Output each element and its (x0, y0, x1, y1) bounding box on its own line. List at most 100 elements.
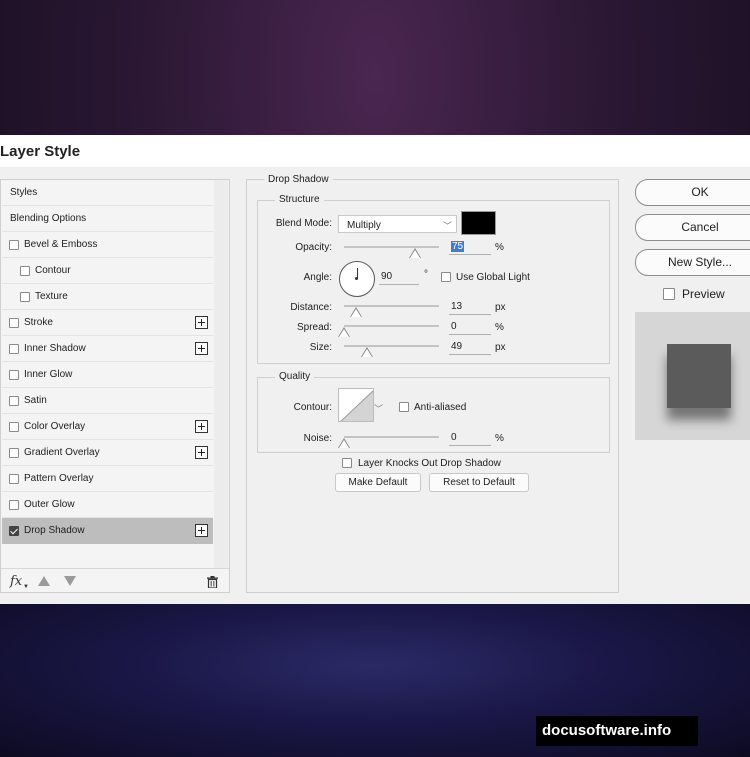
blend-mode-dropdown[interactable]: Multiply ﹀ (338, 215, 457, 233)
add-effect-plus-icon[interactable] (195, 524, 208, 537)
noise-input[interactable]: 0 (449, 432, 491, 446)
style-item-label: Outer Glow (24, 499, 75, 510)
distance-value: 13 (451, 301, 463, 312)
layer-style-dialog: Layer Style Styles Blending Options Bevel … (0, 135, 750, 604)
style-checkbox[interactable] (20, 266, 30, 276)
blend-mode-label: Blend Mode: (275, 218, 332, 229)
opacity-value: 75 (451, 241, 465, 252)
style-item-label: Pattern Overlay (24, 473, 94, 484)
cancel-button[interactable]: Cancel (635, 214, 750, 241)
style-list: Styles Blending Options Bevel & Emboss Cont… (2, 180, 213, 544)
opacity-input[interactable]: 75 (449, 241, 491, 255)
style-checkbox[interactable] (9, 422, 19, 432)
opacity-slider-track[interactable] (344, 246, 439, 248)
contour-picker[interactable] (338, 388, 374, 422)
move-up-icon[interactable] (38, 576, 50, 586)
style-checkbox[interactable] (9, 526, 19, 536)
styles-scrollbar[interactable] (214, 180, 228, 568)
style-checkbox[interactable] (9, 240, 19, 250)
style-checkbox[interactable] (20, 292, 30, 302)
style-item-label: Inner Glow (24, 369, 73, 380)
add-effect-plus-icon[interactable] (195, 342, 208, 355)
reset-to-default-button[interactable]: Reset to Default (429, 473, 529, 492)
size-unit: px (495, 342, 506, 353)
trash-icon[interactable] (207, 576, 218, 588)
style-item-pattern-overlay[interactable]: Pattern Overlay (2, 466, 213, 492)
style-item-label: Styles (10, 187, 38, 198)
use-global-light-label[interactable]: Use Global Light (456, 272, 530, 283)
style-checkbox[interactable] (9, 370, 19, 380)
preview-label[interactable]: Preview (682, 287, 725, 301)
chevron-down-icon: ﹀ (442, 221, 452, 231)
noise-slider-track[interactable] (344, 436, 439, 438)
fx-caret-icon[interactable]: ▼ (23, 584, 29, 590)
style-item-inner-glow[interactable]: Inner Glow (2, 362, 213, 388)
styles-footer: fx ▼ (1, 568, 229, 593)
preview-checkbox[interactable] (663, 288, 675, 300)
style-item-label: Color Overlay (24, 421, 86, 432)
ok-button[interactable]: OK (635, 179, 750, 206)
spread-unit: % (495, 322, 504, 333)
style-item-label: Gradient Overlay (24, 447, 100, 458)
style-item-label: Satin (24, 395, 47, 406)
style-item-drop-shadow[interactable]: Drop Shadow (2, 518, 213, 544)
move-down-icon[interactable] (64, 576, 76, 586)
style-checkbox[interactable] (9, 448, 19, 458)
shadow-color-swatch[interactable] (461, 211, 496, 235)
style-item-color-overlay[interactable]: Color Overlay (2, 414, 213, 440)
style-item-styles[interactable]: Styles (2, 180, 213, 206)
style-checkbox[interactable] (9, 474, 19, 484)
size-slider-track[interactable] (344, 345, 439, 347)
spread-slider-track[interactable] (344, 325, 439, 327)
preview-thumbnail (667, 344, 731, 408)
blend-mode-value: Multiply (347, 220, 381, 231)
style-item-gradient-overlay[interactable]: Gradient Overlay (2, 440, 213, 466)
make-default-button[interactable]: Make Default (335, 473, 421, 492)
style-item-satin[interactable]: Satin (2, 388, 213, 414)
style-checkbox[interactable] (9, 344, 19, 354)
contour-label: Contour: (293, 402, 332, 413)
style-item-texture[interactable]: Texture (2, 284, 213, 310)
angle-unit: ° (424, 269, 428, 280)
style-item-label: Stroke (24, 317, 53, 328)
add-effect-plus-icon[interactable] (195, 420, 208, 433)
structure-group: Structure Blend Mode: Multiply ﹀ Opacity… (257, 194, 610, 364)
style-item-label: Contour (35, 265, 71, 276)
use-global-light-checkbox[interactable] (441, 272, 451, 282)
style-item-label: Bevel & Emboss (24, 239, 98, 250)
knocks-out-label[interactable]: Layer Knocks Out Drop Shadow (358, 458, 501, 469)
watermark-label: docusoftware.info (536, 716, 698, 746)
title-bar[interactable]: Layer Style (0, 135, 750, 167)
style-item-contour[interactable]: Contour (2, 258, 213, 284)
noise-label: Noise: (303, 433, 332, 444)
angle-value: 90 (381, 271, 393, 282)
style-item-inner-shadow[interactable]: Inner Shadow (2, 336, 213, 362)
preview-area (635, 312, 750, 440)
angle-dial[interactable] (339, 261, 375, 297)
style-item-bevel-emboss[interactable]: Bevel & Emboss (2, 232, 213, 258)
quality-group: Quality Contour: ﹀ Anti-aliased Noise: 0… (257, 371, 610, 453)
size-input[interactable]: 49 (449, 341, 491, 355)
noise-unit: % (495, 433, 504, 444)
anti-aliased-checkbox[interactable] (399, 402, 409, 412)
style-checkbox[interactable] (9, 500, 19, 510)
style-checkbox[interactable] (9, 318, 19, 328)
angle-input[interactable]: 90 (379, 271, 419, 285)
spread-input[interactable]: 0 (449, 321, 491, 335)
add-effect-plus-icon[interactable] (195, 446, 208, 459)
style-checkbox[interactable] (9, 396, 19, 406)
style-item-label: Blending Options (10, 213, 87, 224)
distance-label: Distance: (290, 302, 332, 313)
anti-aliased-label[interactable]: Anti-aliased (414, 402, 466, 413)
style-item-stroke[interactable]: Stroke (2, 310, 213, 336)
style-item-blending-options[interactable]: Blending Options (2, 206, 213, 232)
distance-input[interactable]: 13 (449, 301, 491, 315)
new-style-button[interactable]: New Style... (635, 249, 750, 276)
fx-icon[interactable]: fx (10, 574, 22, 589)
spread-value: 0 (451, 321, 457, 332)
drop-shadow-title: Drop Shadow (264, 174, 333, 185)
knocks-out-checkbox[interactable] (342, 458, 352, 468)
add-effect-plus-icon[interactable] (195, 316, 208, 329)
style-item-outer-glow[interactable]: Outer Glow (2, 492, 213, 518)
contour-chevron-icon[interactable]: ﹀ (374, 402, 383, 415)
